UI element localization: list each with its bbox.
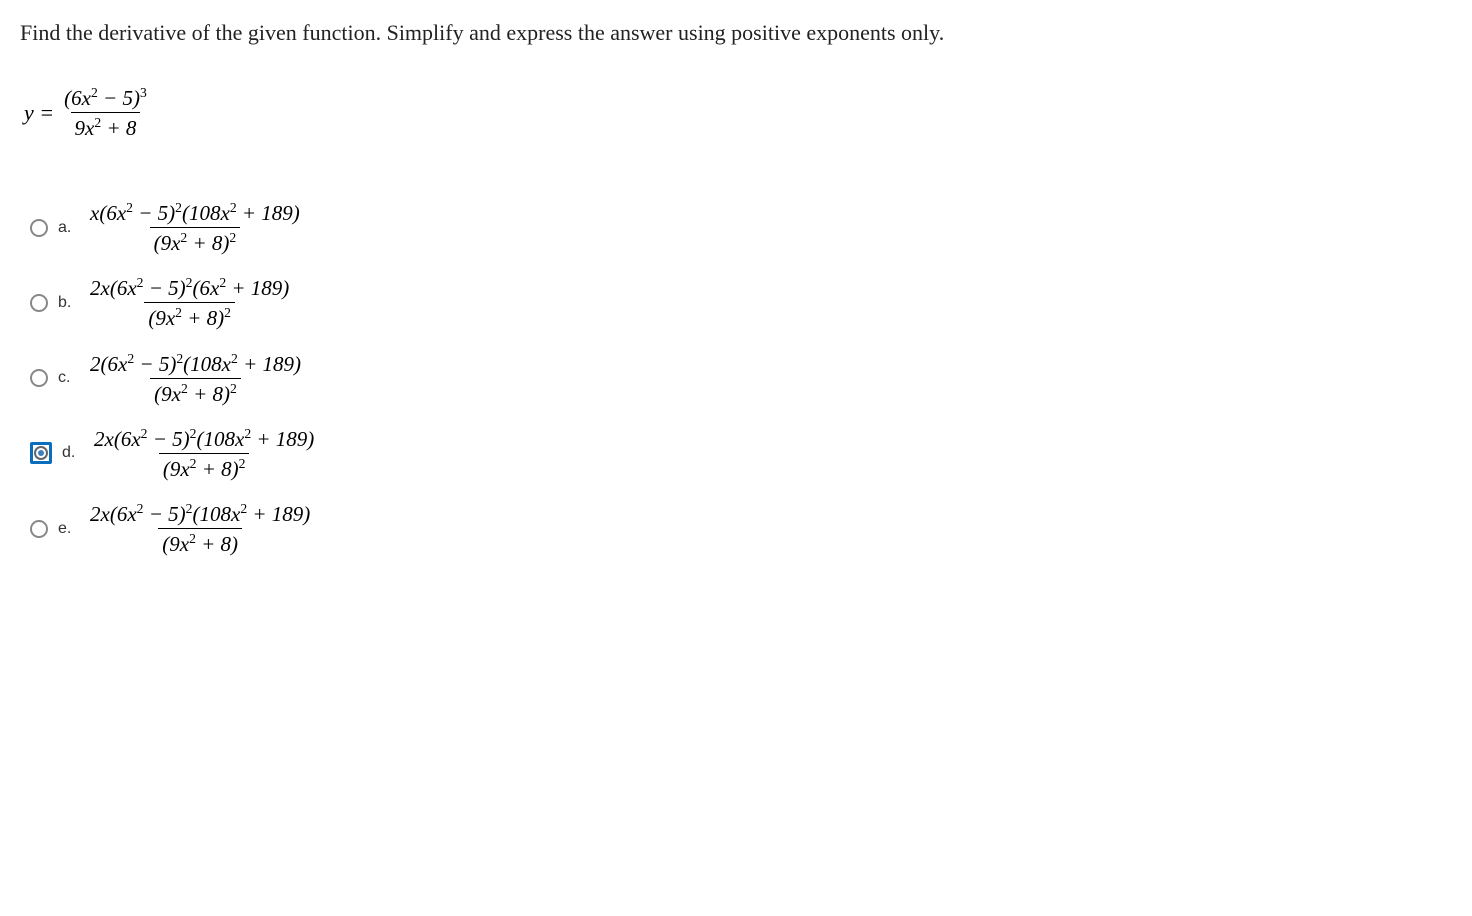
option-c-den: (9x2 + 8)2 <box>150 378 241 406</box>
option-a[interactable]: a. x(6x2 − 5)2(108x2 + 189) (9x2 + 8)2 <box>30 200 1452 255</box>
option-d-num: 2x(6x2 − 5)2(108x2 + 189) <box>90 426 318 453</box>
radio-e[interactable] <box>30 520 48 538</box>
option-b[interactable]: b. 2x(6x2 − 5)2(6x2 + 189) (9x2 + 8)2 <box>30 275 1452 330</box>
option-c-label: c. <box>58 369 76 387</box>
option-d-label: d. <box>62 444 80 462</box>
option-c-math: 2(6x2 − 5)2(108x2 + 189) (9x2 + 8)2 <box>86 351 305 406</box>
radio-b[interactable] <box>30 294 48 312</box>
option-b-label: b. <box>58 294 76 312</box>
radio-d-dot <box>38 450 44 456</box>
options-group: a. x(6x2 − 5)2(108x2 + 189) (9x2 + 8)2 b… <box>30 200 1452 556</box>
option-e-num: 2x(6x2 − 5)2(108x2 + 189) <box>86 501 314 528</box>
option-e[interactable]: e. 2x(6x2 − 5)2(108x2 + 189) (9x2 + 8) <box>30 501 1452 556</box>
radio-c[interactable] <box>30 369 48 387</box>
y-equals: y = <box>24 100 54 126</box>
radio-d[interactable] <box>30 442 52 464</box>
option-d[interactable]: d. 2x(6x2 − 5)2(108x2 + 189) (9x2 + 8)2 <box>30 426 1452 481</box>
function-fraction: (6x2 − 5)3 9x2 + 8 <box>60 85 151 140</box>
option-c[interactable]: c. 2(6x2 − 5)2(108x2 + 189) (9x2 + 8)2 <box>30 351 1452 406</box>
option-e-den: (9x2 + 8) <box>158 528 242 556</box>
option-a-den: (9x2 + 8)2 <box>150 227 241 255</box>
option-b-num: 2x(6x2 − 5)2(6x2 + 189) <box>86 275 293 302</box>
func-denominator: 9x2 + 8 <box>71 112 141 140</box>
option-e-label: e. <box>58 520 76 538</box>
option-d-math: 2x(6x2 − 5)2(108x2 + 189) (9x2 + 8)2 <box>90 426 318 481</box>
option-a-label: a. <box>58 219 76 237</box>
option-a-num: x(6x2 − 5)2(108x2 + 189) <box>86 200 304 227</box>
option-a-math: x(6x2 − 5)2(108x2 + 189) (9x2 + 8)2 <box>86 200 304 255</box>
option-b-math: 2x(6x2 − 5)2(6x2 + 189) (9x2 + 8)2 <box>86 275 293 330</box>
option-b-den: (9x2 + 8)2 <box>144 302 235 330</box>
func-numerator: (6x2 − 5)3 <box>60 85 151 112</box>
option-e-math: 2x(6x2 − 5)2(108x2 + 189) (9x2 + 8) <box>86 501 314 556</box>
option-c-num: 2(6x2 − 5)2(108x2 + 189) <box>86 351 305 378</box>
radio-d-inner <box>34 446 48 460</box>
function-definition: y = (6x2 − 5)3 9x2 + 8 <box>24 85 1452 140</box>
option-d-den: (9x2 + 8)2 <box>159 453 250 481</box>
radio-a[interactable] <box>30 219 48 237</box>
question-prompt: Find the derivative of the given functio… <box>20 16 1452 49</box>
